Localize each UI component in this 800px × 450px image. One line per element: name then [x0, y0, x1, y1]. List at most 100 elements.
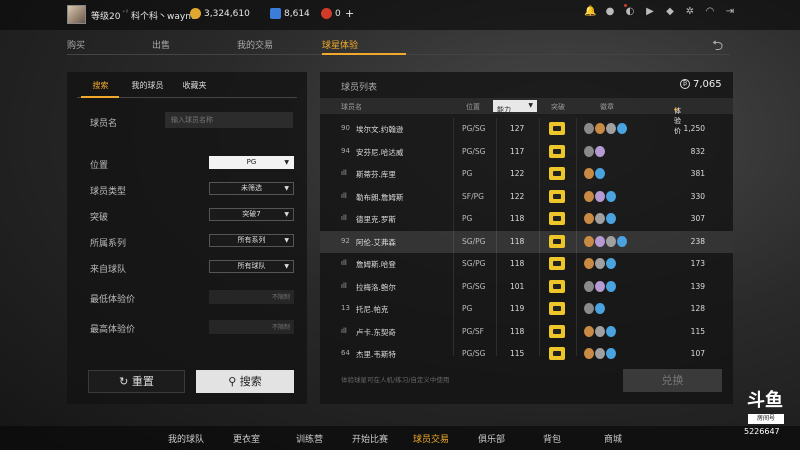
series-select[interactable]: 所有系列 ▼: [209, 234, 294, 247]
player-name: 埃尔文.约翰逊: [356, 125, 404, 134]
player-ability: 118: [510, 214, 525, 223]
bottom-nav-item[interactable]: 我的球队: [168, 432, 204, 445]
table-row[interactable]: ıll 斯蒂芬.库里 PG 122 381: [320, 163, 733, 186]
signal-icon: ıll: [341, 191, 347, 200]
badge-chip-icon: [595, 258, 605, 269]
tab-buy[interactable]: 购买: [67, 38, 152, 55]
player-name: 托尼.帕克: [356, 305, 389, 314]
player-name: 斯蒂芬.库里: [356, 170, 396, 179]
shield-icon[interactable]: ◆: [664, 6, 676, 18]
player-name-input[interactable]: [165, 112, 293, 128]
bottom-nav-item[interactable]: 背包: [543, 432, 561, 445]
team-select[interactable]: 所有球队 ▼: [209, 260, 294, 273]
search-button[interactable]: ⚲ 搜索: [196, 370, 294, 393]
friends-icon[interactable]: ◐: [624, 6, 636, 18]
coin-icon: ₿: [680, 79, 690, 89]
exit-icon[interactable]: ⇥: [724, 6, 736, 18]
player-ability: 118: [510, 259, 525, 268]
breakthrough-badge-icon: [549, 257, 565, 270]
signal-icon: ıll: [341, 326, 347, 335]
bottom-nav-item[interactable]: 开始比赛: [352, 432, 388, 445]
notification-bell-icon[interactable]: 🔔: [584, 6, 596, 18]
back-arrow-icon[interactable]: ⮌: [712, 35, 723, 59]
badge-chip-icon: [584, 145, 594, 157]
player-price: 139: [690, 281, 705, 291]
table-row[interactable]: 92 阿伦.艾弗森 SG/PG 118 238: [320, 230, 733, 253]
min-price-input[interactable]: [209, 290, 294, 304]
breakthrough-badge-icon: [549, 189, 565, 203]
player-ability: 101: [510, 281, 525, 291]
player-type-select[interactable]: 未筛选 ▼: [209, 182, 294, 195]
player-rating: 92: [341, 236, 350, 245]
badge-chip-icon: [606, 348, 616, 359]
table-row[interactable]: ıll 詹姆斯.哈登 SG/PG 118 173: [320, 253, 733, 276]
tab-sell[interactable]: 出售: [152, 38, 237, 55]
tab-my-players[interactable]: 我的球员: [124, 80, 171, 98]
player-price: 115: [690, 326, 705, 336]
signal-icon: ⁺ˡˡ: [122, 9, 129, 17]
bottom-nav-item[interactable]: 更衣室: [233, 432, 260, 445]
player-position: PG/SF: [462, 326, 484, 336]
table-row[interactable]: 90 埃尔文.约翰逊 PG/SG 127 1,250: [320, 118, 733, 141]
player-level: 等级20: [91, 12, 121, 22]
add-currency-button[interactable]: +: [345, 7, 354, 20]
reset-label: 重置: [131, 375, 154, 388]
badge-chip-icon: [584, 123, 594, 134]
ticket-icon: [321, 8, 332, 19]
video-icon[interactable]: ▶: [644, 6, 656, 18]
player-name: 拉梅洛.鲍尔: [356, 282, 396, 292]
reset-button[interactable]: ↻ 重置: [88, 370, 185, 393]
player-price: 128: [690, 304, 705, 313]
badge-chip-icon: [584, 280, 594, 292]
max-price-label: 最高体验价: [90, 325, 136, 335]
table-row[interactable]: ıll 拉梅洛.鲍尔 PG/SG 101 139: [320, 276, 733, 299]
badge-chips: [584, 258, 616, 269]
headset-icon[interactable]: ◠: [704, 6, 716, 18]
player-name: 阿伦.艾弗森: [356, 237, 396, 247]
settings-gear-icon[interactable]: ✲: [684, 6, 696, 18]
list-header: 球员名 位置 能力 ▼ 突破 徽章 体验价 ▾: [320, 98, 733, 135]
badge-chip-icon: [595, 303, 605, 314]
table-row[interactable]: ıll 卢卡.东契奇 PG/SF 118 115: [320, 321, 733, 344]
table-row[interactable]: ıll 勒布朗.詹姆斯 SF/PG 122 330: [320, 186, 733, 209]
min-price-label: 最低体验价: [90, 295, 136, 305]
max-price-input[interactable]: [209, 320, 294, 334]
position-select[interactable]: PG ▼: [209, 156, 294, 169]
sort-indicator-icon: ▾: [674, 106, 678, 114]
header-breakthrough: 突破: [551, 103, 565, 111]
user-icon[interactable]: ●: [604, 6, 616, 18]
badge-chips: [584, 145, 605, 157]
exchange-button[interactable]: 兑换: [623, 369, 722, 392]
bottom-nav-item[interactable]: 训练营: [296, 432, 323, 445]
tab-my-trades[interactable]: 我的交易: [237, 38, 322, 55]
badge-chip-icon: [606, 190, 616, 202]
header-name: 球员名: [341, 103, 362, 111]
table-row[interactable]: 64 杰里.韦斯特 PG/SG 115 107: [320, 343, 733, 366]
badge-chips: [584, 303, 605, 314]
bottom-nav-item[interactable]: 俱乐部: [478, 432, 505, 445]
tab-favorites[interactable]: 收藏夹: [171, 80, 218, 98]
refresh-icon: ↻: [119, 375, 132, 388]
ability-sort-select[interactable]: 能力 ▼: [493, 100, 537, 114]
bottom-nav-item[interactable]: 球员交易: [413, 432, 449, 445]
badge-chip-icon: [584, 190, 594, 202]
table-row[interactable]: 94 安芬尼.哈达威 PG/SG 117 832: [320, 141, 733, 164]
badge-chips: [584, 213, 616, 224]
table-row[interactable]: ıll 德里克.罗斯 PG 118 307: [320, 208, 733, 231]
badge-chip-icon: [584, 168, 594, 179]
player-rating: 94: [341, 146, 350, 155]
bottom-nav-item[interactable]: 商城: [604, 432, 622, 445]
player-name-label: 球员名: [90, 119, 118, 129]
chevron-down-icon: ▼: [284, 211, 289, 218]
avatar[interactable]: [67, 5, 86, 24]
player-list-title: 球员列表: [341, 83, 378, 93]
badge-chip-icon: [617, 123, 627, 134]
badge-chip-icon: [595, 123, 605, 134]
player-position: PG: [462, 169, 473, 178]
chevron-down-icon: ▼: [528, 102, 533, 109]
breakthrough-select[interactable]: 突破7 ▼: [209, 208, 294, 221]
badge-chip-icon: [606, 258, 616, 269]
table-row[interactable]: 13 托尼.帕克 PG 119 128: [320, 298, 733, 321]
badge-chip-icon: [606, 123, 616, 134]
player-rows: 90 埃尔文.约翰逊 PG/SG 127 1,250 94 安芬尼.哈达威 PG/SG 117 8…: [320, 118, 733, 366]
